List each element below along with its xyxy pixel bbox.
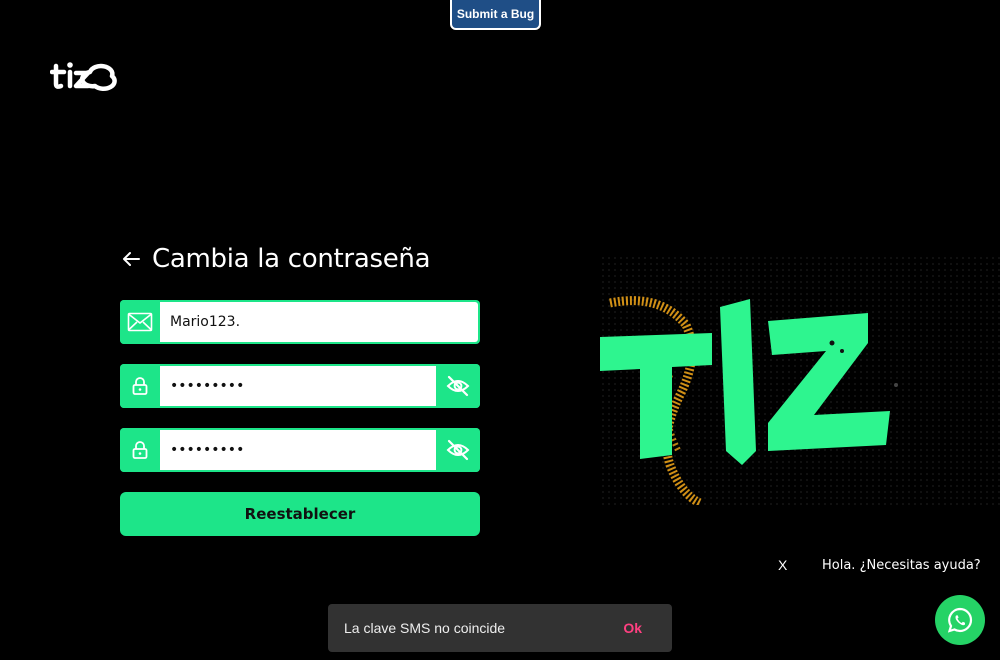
confirm-password-input[interactable] [160,430,436,470]
snackbar-ok-button[interactable]: Ok [623,620,642,636]
submit-bug-button[interactable]: Submit a Bug [450,0,541,30]
reset-button[interactable]: Reestablecer [120,492,480,536]
lock-icon [120,364,160,408]
page-header: Cambia la contraseña [120,244,431,274]
tiz-hero-graphic [600,255,1000,505]
envelope-icon [120,300,160,344]
whatsapp-icon [947,607,973,633]
eye-slash-icon[interactable] [436,428,480,472]
confirm-password-field [120,428,480,472]
lock-icon [120,428,160,472]
snackbar: La clave SMS no coincide Ok [328,604,672,652]
snackbar-message: La clave SMS no coincide [344,620,506,636]
back-arrow-icon[interactable] [120,248,142,270]
password-field [120,364,480,408]
whatsapp-button[interactable] [935,595,985,645]
password-input[interactable] [160,366,436,406]
tizo-logo [50,62,117,91]
help-close-button[interactable]: X [778,557,787,573]
email-field [120,300,480,344]
eye-slash-icon[interactable] [436,364,480,408]
email-input[interactable] [160,302,478,342]
help-message: Hola. ¿Necesitas ayuda? [822,558,981,573]
page-title: Cambia la contraseña [152,244,431,274]
